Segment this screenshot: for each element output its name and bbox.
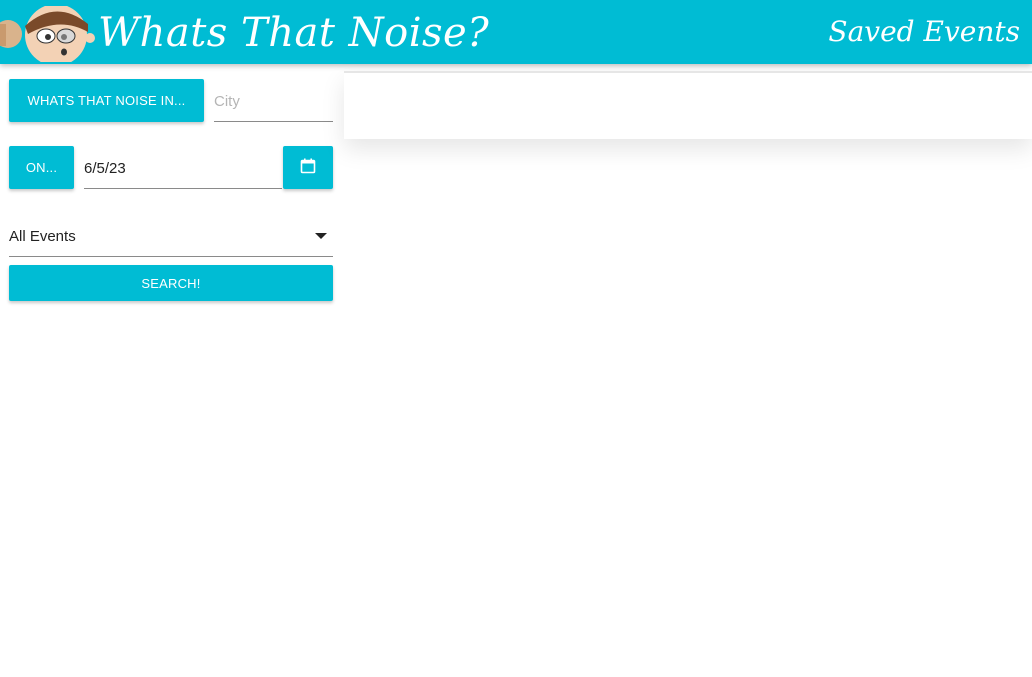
brand-title[interactable]: Whats That Noise? [98, 8, 489, 58]
calendar-button[interactable] [283, 146, 333, 189]
on-button[interactable]: ON... [9, 146, 74, 189]
logo-face-icon [0, 6, 96, 62]
city-input[interactable] [214, 93, 333, 110]
date-field-container [84, 148, 282, 189]
whats-that-noise-in-button[interactable]: WHATS THAT NOISE IN... [9, 79, 204, 122]
app-header: Whats That Noise? Saved Events [0, 0, 1032, 64]
nav-saved-events[interactable]: Saved Events [828, 14, 1020, 50]
date-input[interactable] [84, 159, 282, 177]
search-button[interactable]: SEARCH! [9, 265, 333, 301]
caret-down-icon [315, 233, 327, 239]
calendar-icon [300, 158, 316, 177]
city-field-container [214, 82, 333, 122]
event-type-select[interactable]: All Events [9, 216, 333, 257]
event-type-value: All Events [9, 227, 76, 245]
results-panel [344, 71, 1032, 139]
